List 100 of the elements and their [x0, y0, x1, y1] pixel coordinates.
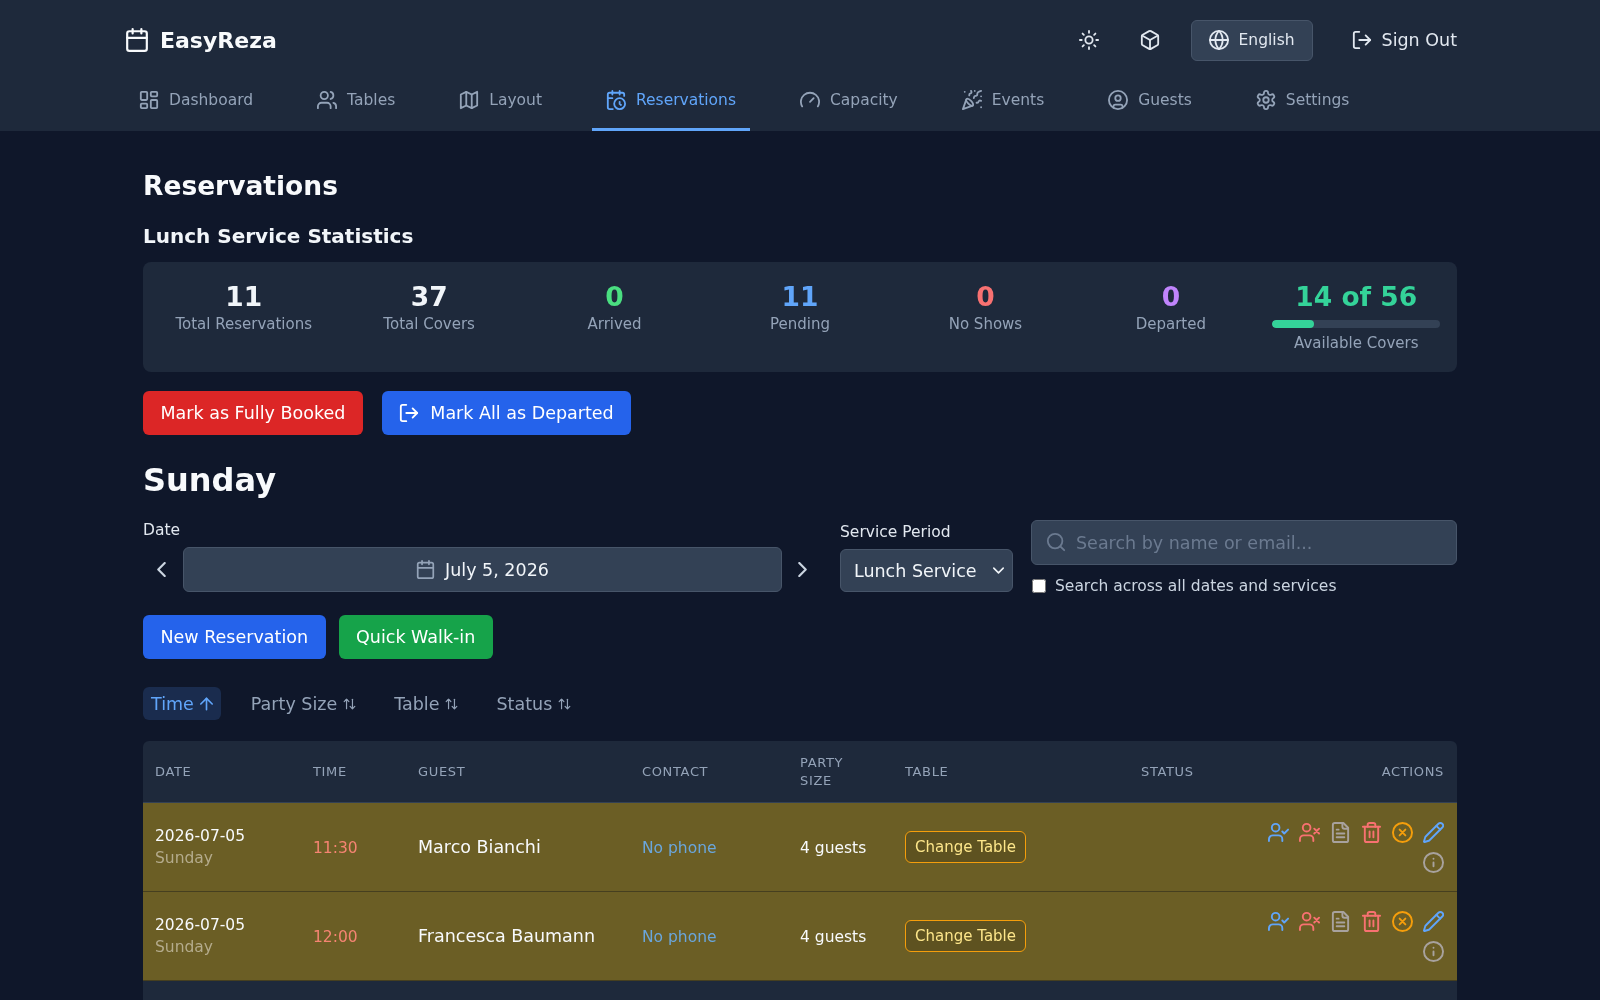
column-header: DATE	[155, 762, 192, 781]
stat-value: 37	[410, 280, 448, 314]
column-header: TIME	[313, 762, 347, 781]
nav-tab[interactable]: Layout	[445, 80, 556, 131]
sort-button[interactable]: Time	[143, 687, 221, 720]
stat-label: Arrived	[587, 314, 642, 334]
action-button[interactable]: Quick Walk-in	[338, 615, 493, 659]
checkbox-label: Search across all dates and services	[1055, 577, 1337, 595]
sort-button[interactable]: Party Size	[242, 687, 365, 720]
day-text: Sunday	[155, 937, 213, 958]
party-popper-icon	[961, 89, 982, 110]
checkbox[interactable]	[1032, 579, 1046, 593]
user-check-icon[interactable]	[1268, 821, 1289, 843]
calendar-clock-icon	[605, 89, 626, 110]
info-icon[interactable]	[1423, 851, 1444, 873]
trash-icon[interactable]	[1361, 910, 1382, 932]
cube-icon[interactable]	[1139, 30, 1160, 50]
gauge-icon	[800, 89, 820, 110]
action-button[interactable]: Mark All as Departed	[381, 391, 632, 435]
change-table-button[interactable]: Change Table	[905, 831, 1026, 863]
guest-name: Francesca Baumann	[418, 926, 595, 946]
stat-value: 14 of 56	[1295, 280, 1418, 314]
nav-tab[interactable]: Events	[947, 80, 1059, 131]
day-heading: Sunday	[143, 460, 276, 501]
page-title: Reservations	[143, 169, 338, 203]
nav-tab[interactable]: Reservations	[591, 80, 750, 131]
search-icon	[1046, 532, 1066, 552]
stat-value: 0	[976, 280, 995, 314]
stat-label: No Shows	[948, 314, 1023, 334]
stat-label: Total Covers	[383, 314, 475, 334]
calendar-icon	[416, 560, 436, 579]
user-circle-icon	[1108, 89, 1129, 110]
sort-icon	[343, 696, 357, 711]
action-button[interactable]: New Reservation	[143, 615, 326, 659]
stat-label: Total Reservations	[175, 314, 312, 334]
globe-icon	[1208, 30, 1229, 50]
user-x-icon[interactable]	[1299, 821, 1320, 843]
stat-value: 0	[1161, 280, 1181, 314]
stat-value: 11	[781, 280, 819, 314]
field-label: Date	[143, 520, 181, 540]
sort-icon	[445, 696, 459, 711]
column-header: CONTACT	[642, 762, 709, 781]
sun-icon[interactable]	[1078, 30, 1099, 50]
sign-out-button[interactable]: Sign Out	[1333, 19, 1475, 61]
x-circle-icon[interactable]	[1392, 821, 1413, 843]
document-icon[interactable]	[1330, 821, 1351, 843]
contact-text: No phone	[642, 927, 717, 946]
pencil-icon[interactable]	[1423, 910, 1444, 932]
sort-button[interactable]: Table	[386, 687, 467, 720]
section-title: Lunch Service Statistics	[143, 223, 414, 249]
change-table-button[interactable]: Change Table	[905, 920, 1026, 952]
x-circle-icon[interactable]	[1392, 910, 1413, 932]
document-icon[interactable]	[1330, 910, 1351, 932]
brand-name: EasyReza	[160, 27, 277, 53]
stat-label: Pending	[770, 314, 830, 334]
nav-tab[interactable]: Settings	[1241, 80, 1364, 131]
trash-icon[interactable]	[1361, 821, 1382, 843]
user-check-icon[interactable]	[1268, 910, 1289, 932]
chevron-right-icon[interactable]	[798, 562, 807, 577]
time-text: 12:00	[313, 927, 358, 946]
users-icon	[317, 89, 338, 110]
action-button[interactable]: Mark as Fully Booked	[143, 391, 363, 435]
column-header: PARTY SIZE	[800, 753, 845, 790]
service-select[interactable]: Lunch Service	[840, 549, 1013, 592]
settings-icon	[1255, 89, 1276, 110]
search-field[interactable]: Search by name or email...	[1031, 520, 1457, 565]
field-label: Service Period	[840, 522, 951, 542]
chevron-down-icon	[993, 567, 1004, 574]
pencil-icon[interactable]	[1423, 821, 1444, 843]
date-field[interactable]: July 5, 2026	[183, 547, 782, 592]
column-header: ACTIONS	[1381, 762, 1444, 781]
stat-label: Available Covers	[1294, 333, 1419, 353]
guest-name: Marco Bianchi	[418, 837, 541, 857]
sort-button[interactable]: Status	[488, 687, 580, 720]
time-text: 11:30	[313, 838, 358, 857]
nav-tab[interactable]: Guests	[1094, 80, 1206, 131]
stat-label: Departed	[1135, 314, 1206, 334]
party-size-text: 4 guests	[800, 927, 867, 946]
user-x-icon[interactable]	[1299, 910, 1320, 932]
column-header: STATUS	[1141, 762, 1194, 781]
calendar-icon	[125, 28, 149, 52]
date-text: 2026-07-05	[155, 826, 246, 847]
dashboard-icon	[139, 89, 159, 110]
chevron-left-icon[interactable]	[157, 562, 166, 577]
column-header: TABLE	[905, 762, 949, 781]
language-button[interactable]: English	[1190, 19, 1313, 61]
arrow-up-icon	[199, 696, 213, 711]
party-size-text: 4 guests	[800, 838, 867, 857]
nav-tab[interactable]: Capacity	[786, 80, 912, 131]
info-icon[interactable]	[1423, 940, 1444, 962]
stat-value: 0	[605, 280, 624, 314]
nav-tab[interactable]: Dashboard	[125, 80, 268, 131]
sort-icon	[558, 696, 572, 711]
sign-out-icon	[399, 403, 420, 423]
map-icon	[459, 89, 480, 110]
sign-out-icon	[1351, 30, 1372, 50]
contact-text: No phone	[642, 838, 717, 857]
nav-tab[interactable]: Tables	[303, 80, 410, 131]
day-text: Sunday	[155, 848, 213, 869]
stat-value: 11	[225, 280, 263, 314]
